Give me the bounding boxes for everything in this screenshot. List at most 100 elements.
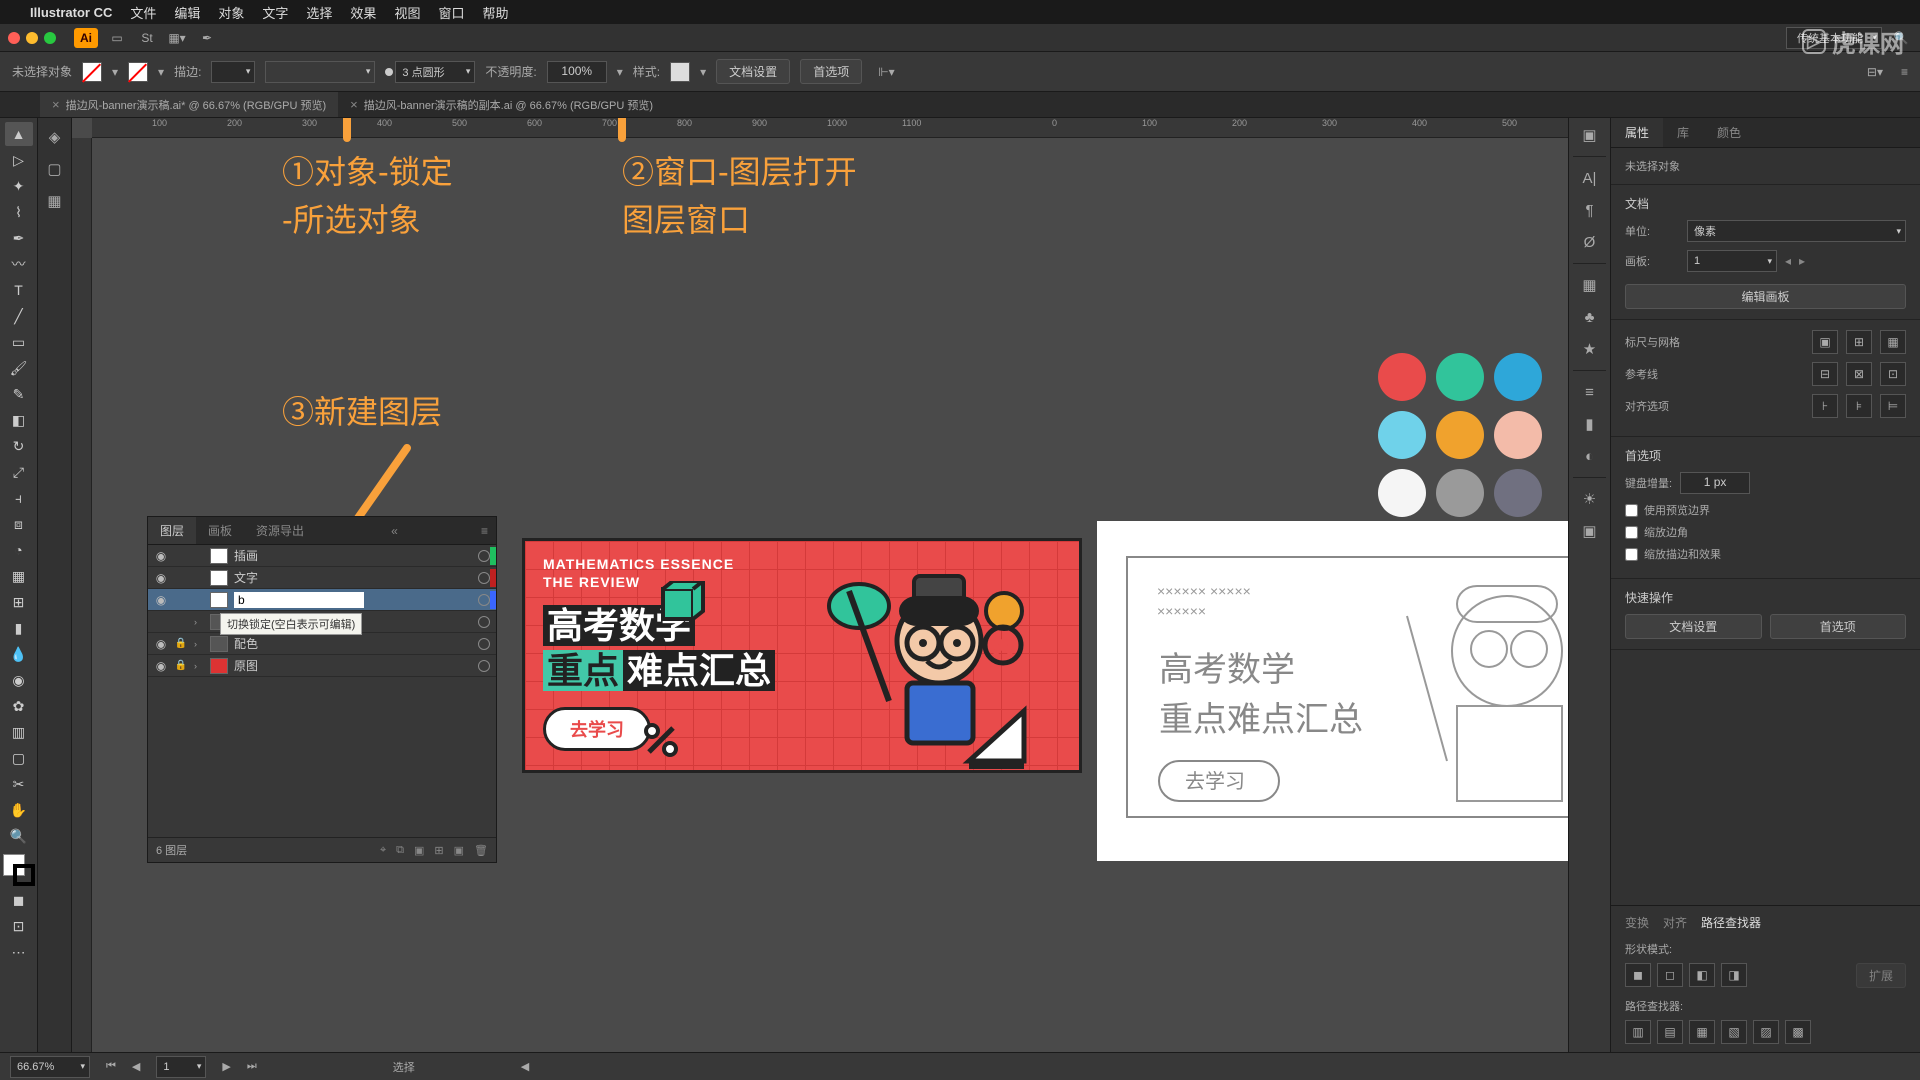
symbol-sprayer-tool[interactable]: ✿ (5, 694, 33, 718)
target-icon[interactable] (478, 616, 490, 628)
unit-dropdown[interactable]: 像素 (1687, 220, 1906, 242)
expand-button[interactable]: 扩展 (1856, 963, 1906, 988)
magic-wand-tool[interactable]: ✦ (5, 174, 33, 198)
canvas[interactable]: 100 200 300 400 500 600 700 800 900 1000… (72, 118, 1568, 1052)
expand-toggle-icon[interactable]: › (194, 639, 204, 649)
stroke-profile-dropdown[interactable] (265, 61, 375, 83)
artboard-dropdown[interactable]: 1 (1687, 250, 1777, 272)
edit-toolbar-icon[interactable]: ⋯ (5, 940, 33, 964)
slice-tool[interactable]: ✂ (5, 772, 33, 796)
clip-mask-icon[interactable]: ▣ (414, 844, 424, 857)
prev-artboard-icon[interactable]: ◂ (1785, 254, 1791, 268)
outline-icon[interactable]: ▨ (1753, 1020, 1779, 1044)
rotate-tool[interactable]: ↻ (5, 434, 33, 458)
document-tab[interactable]: × 描边风-banner演示稿.ai* @ 66.67% (RGB/GPU 预览… (40, 92, 338, 117)
scale-strokes-checkbox[interactable] (1625, 548, 1638, 561)
align-center-icon[interactable]: ⊧ (1846, 394, 1872, 418)
rectangle-tool[interactable]: ▭ (5, 330, 33, 354)
divide-icon[interactable]: ▥ (1625, 1020, 1651, 1044)
layer-row[interactable]: ◉ (148, 589, 496, 611)
menu-help[interactable]: 帮助 (482, 3, 508, 22)
merge-icon[interactable]: ▦ (1689, 1020, 1715, 1044)
expand-toggle-icon[interactable]: › (194, 617, 204, 627)
panel-tab-properties[interactable]: 属性 (1611, 118, 1663, 147)
blend-tool[interactable]: ◉ (5, 668, 33, 692)
panel-tab-artboards[interactable]: 画板 (196, 517, 244, 544)
align-left-icon[interactable]: ⊦ (1812, 394, 1838, 418)
graphic-styles-rail-icon[interactable]: ▣ (1578, 520, 1602, 542)
collect-icon[interactable]: ⧉ (396, 844, 404, 857)
opentype-rail-icon[interactable]: Ø (1578, 231, 1602, 253)
appearance-rail-icon[interactable]: ☀ (1578, 488, 1602, 510)
scale-corners-checkbox[interactable] (1625, 526, 1638, 539)
tab-pathfinder[interactable]: 路径查找器 (1701, 914, 1761, 931)
tab-close-icon[interactable]: × (52, 97, 60, 112)
layer-row[interactable]: › 切换锁定(空白表示可编辑) (148, 611, 496, 633)
panel-collapse-icon[interactable]: « (383, 519, 406, 543)
edit-artboard-button[interactable]: 编辑画板 (1625, 284, 1906, 309)
align-right-icon[interactable]: ⊨ (1880, 394, 1906, 418)
pen-tool[interactable]: ✒ (5, 226, 33, 250)
guides-lock-icon[interactable]: ⊠ (1846, 362, 1872, 386)
minimize-window-button[interactable] (26, 32, 38, 44)
visibility-toggle-icon[interactable]: ◉ (154, 571, 168, 585)
target-icon[interactable] (478, 638, 490, 650)
transparency-rail-icon[interactable]: ◐ (1578, 445, 1602, 467)
zoom-tool[interactable]: 🔍 (5, 824, 33, 848)
layer-name-input[interactable] (234, 592, 364, 608)
close-window-button[interactable] (8, 32, 20, 44)
tab-align[interactable]: 对齐 (1663, 914, 1687, 931)
menu-select[interactable]: 选择 (306, 3, 332, 22)
nav-first-icon[interactable]: ⏮ (106, 1060, 116, 1073)
preview-bounds-checkbox[interactable] (1625, 504, 1638, 517)
document-tab[interactable]: × 描边风-banner演示稿的副本.ai @ 66.67% (RGB/GPU … (338, 92, 665, 117)
paragraph-rail-icon[interactable]: ¶ (1578, 199, 1602, 221)
stroke-color[interactable] (13, 864, 35, 886)
fill-swatch[interactable] (82, 62, 102, 82)
properties-rail-icon[interactable]: ▣ (1578, 124, 1602, 146)
menu-view[interactable]: 视图 (394, 3, 420, 22)
hand-tool[interactable]: ✋ (5, 798, 33, 822)
quick-doc-setup-button[interactable]: 文档设置 (1625, 614, 1762, 639)
artboard-tool[interactable]: ▢ (5, 746, 33, 770)
gradient-tool[interactable]: ▮ (5, 616, 33, 640)
character-rail-icon[interactable]: A| (1578, 167, 1602, 189)
eraser-tool[interactable]: ◧ (5, 408, 33, 432)
align-options-icon[interactable]: ⊩▾ (878, 65, 894, 79)
artboard-nav-dropdown[interactable]: 1 (156, 1056, 206, 1078)
type-tool[interactable]: T (5, 278, 33, 302)
quick-prefs-button[interactable]: 首选项 (1770, 614, 1907, 639)
panel-menu-icon[interactable]: ≡ (1901, 65, 1908, 79)
target-icon[interactable] (478, 660, 490, 672)
minus-front-icon[interactable]: ◻ (1657, 963, 1683, 987)
panel-menu-icon[interactable]: ≡ (473, 519, 496, 543)
minus-back-icon[interactable]: ▩ (1785, 1020, 1811, 1044)
brush-dropdown[interactable]: 3 点圆形 (395, 61, 475, 83)
curvature-tool[interactable]: 〰 (5, 252, 33, 276)
menu-file[interactable]: 文件 (130, 3, 156, 22)
next-artboard-icon[interactable]: ▸ (1799, 254, 1805, 268)
new-layer-icon[interactable]: ▣ (454, 844, 464, 857)
mesh-tool[interactable]: ⊞ (5, 590, 33, 614)
swatches-rail-icon[interactable]: ▦ (1578, 274, 1602, 296)
shaper-tool[interactable]: ✎ (5, 382, 33, 406)
unite-icon[interactable]: ◼ (1625, 963, 1651, 987)
panel-tab-asset-export[interactable]: 资源导出 (244, 517, 316, 544)
eyedropper-tool[interactable]: 💧 (5, 642, 33, 666)
fill-stroke-control[interactable] (3, 854, 35, 886)
symbols-rail-icon[interactable]: ★ (1578, 338, 1602, 360)
color-mode-icon[interactable]: ◼ (5, 888, 33, 912)
nav-next-icon[interactable]: ▶ (222, 1060, 230, 1073)
free-transform-tool[interactable]: ⧈ (5, 512, 33, 536)
expand-toggle-icon[interactable]: › (194, 661, 204, 671)
stroke-swatch[interactable] (128, 62, 148, 82)
brushes-rail-icon[interactable]: ♣ (1578, 306, 1602, 328)
selection-tool[interactable]: ▲ (5, 122, 33, 146)
perspective-tool[interactable]: ▦ (5, 564, 33, 588)
menu-edit[interactable]: 编辑 (174, 3, 200, 22)
opacity-input[interactable]: 100% (547, 61, 607, 83)
lasso-tool[interactable]: ⌇ (5, 200, 33, 224)
menu-type[interactable]: 文字 (262, 3, 288, 22)
panel-tab-layers[interactable]: 图层 (148, 517, 196, 544)
layers-panel-icon[interactable]: ◈ (43, 126, 67, 148)
